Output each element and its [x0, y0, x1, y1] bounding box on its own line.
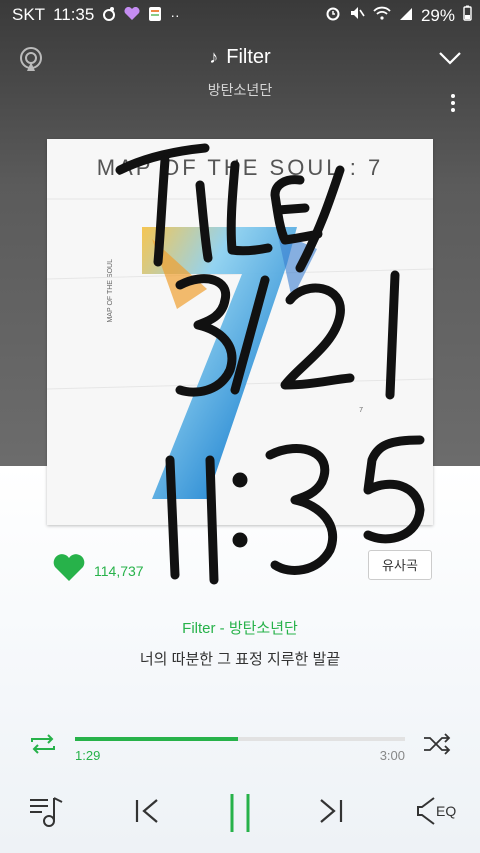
pause-icon: [230, 794, 250, 832]
pause-button[interactable]: [226, 792, 254, 839]
song-title-artist[interactable]: Filter - 방탄소년단: [0, 617, 480, 638]
chevron-down-icon: [439, 52, 461, 65]
track-title-header: ♪ Filter: [0, 46, 480, 69]
eq-label: EQ: [436, 803, 457, 819]
carrier-label: SKT: [12, 5, 46, 24]
shuffle-icon: [424, 733, 451, 755]
like-row: 114,737: [52, 553, 144, 588]
more-dots-icon: ··: [170, 7, 180, 23]
signal-icon: [399, 5, 413, 26]
battery-icon: [463, 5, 472, 26]
similar-songs-button[interactable]: 유사곡: [368, 550, 432, 580]
equalizer-button[interactable]: EQ: [416, 792, 456, 830]
app-icon: [148, 6, 162, 25]
playlist-button[interactable]: [28, 792, 66, 835]
lyric-line[interactable]: 너의 따분한 그 표정 지루한 발끝: [0, 648, 480, 669]
shuffle-button[interactable]: [422, 732, 452, 756]
heart-icon: [124, 6, 140, 24]
current-time: 1:29: [75, 748, 101, 763]
previous-button[interactable]: [132, 792, 162, 835]
next-button[interactable]: [316, 792, 346, 835]
album-graphic: [47, 198, 433, 499]
wifi-icon: [373, 5, 391, 26]
playlist-icon: [30, 797, 63, 827]
repeat-icon: [31, 734, 55, 754]
status-time: 11:35: [53, 5, 95, 24]
alarm-icon: [325, 5, 341, 26]
heart-icon: [53, 554, 85, 581]
music-note-icon: ♪: [209, 47, 219, 67]
progress-bar[interactable]: [75, 737, 405, 741]
album-art: MAP OF THE SOUL : 7 MAP OF THE SOUL 7: [47, 139, 433, 525]
flame-icon: [102, 6, 116, 25]
track-title: Filter: [226, 46, 271, 68]
more-options-button[interactable]: [450, 94, 456, 114]
artist-name[interactable]: 방탄소년단: [0, 80, 480, 100]
speaker-icon: [417, 797, 435, 825]
previous-icon: [135, 799, 158, 823]
mute-icon: [349, 5, 365, 26]
next-icon: [320, 799, 343, 823]
dot: [451, 94, 455, 98]
repeat-button[interactable]: [28, 732, 58, 756]
collapse-button[interactable]: [438, 48, 462, 68]
progress-fill: [75, 737, 239, 741]
like-count: 114,737: [94, 562, 144, 579]
duration-time: 3:00: [379, 748, 405, 763]
battery-percent: 29%: [420, 5, 455, 25]
like-button[interactable]: [52, 553, 86, 588]
dot: [451, 101, 455, 105]
dot: [451, 108, 455, 112]
status-bar: SKT 11:35 ·· 29%: [0, 0, 480, 30]
